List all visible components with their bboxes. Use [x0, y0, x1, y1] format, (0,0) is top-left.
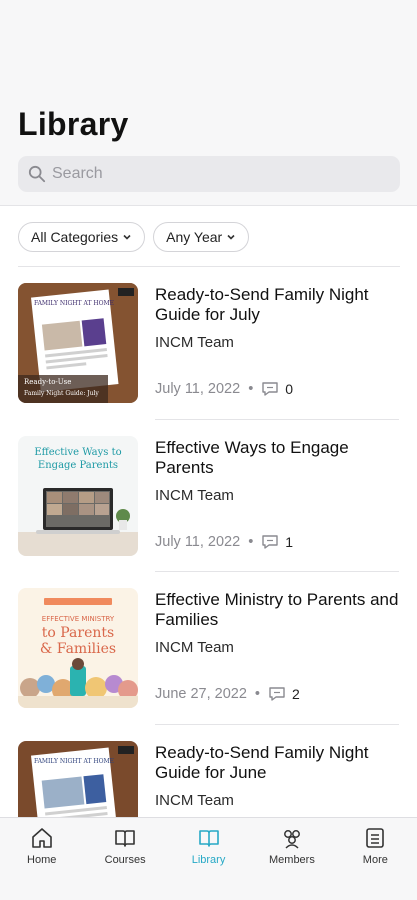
- item-meta: July 11, 2022 • 0: [155, 381, 294, 397]
- comment-count: 1: [285, 533, 294, 550]
- tab-members[interactable]: Members: [250, 818, 333, 900]
- search-icon: [28, 165, 46, 183]
- search-input[interactable]: [52, 165, 382, 183]
- comment-icon: [262, 382, 278, 396]
- item-title: Effective Ministry to Parents and Famili…: [155, 590, 399, 629]
- chevron-down-icon: [227, 234, 235, 240]
- item-author: INCM Team: [155, 639, 234, 656]
- filter-year-label: Any Year: [166, 229, 223, 245]
- comment-icon: [269, 687, 285, 701]
- filter-year[interactable]: Any Year: [153, 222, 250, 252]
- list-item[interactable]: FAMILY NIGHT AT HOME Ready-to-Send Famil…: [0, 725, 417, 817]
- filter-categories[interactable]: All Categories: [18, 222, 146, 252]
- thumb-line2: Engage Parents: [38, 460, 118, 471]
- thumb-line1: EFFECTIVE MINISTRY: [42, 615, 115, 623]
- search-bar[interactable]: [18, 156, 400, 192]
- tab-more-label: More: [362, 854, 388, 866]
- list-item[interactable]: Effective Ways to Engage Parents Effecti…: [0, 420, 417, 572]
- item-meta: June 27, 2022 • 2: [155, 686, 300, 702]
- thumb-caption: Family Night Guide: July: [24, 390, 99, 397]
- library-icon: [198, 830, 219, 847]
- thumbnail-family-night-june: FAMILY NIGHT AT HOME: [18, 740, 138, 817]
- item-date: July 11, 2022: [155, 381, 241, 397]
- thumbnail-effective-ministry: EFFECTIVE MINISTRY to Parents & Families: [18, 588, 138, 708]
- courses-icon: [115, 830, 135, 847]
- home-icon: [31, 828, 52, 848]
- thumb-heading: FAMILY NIGHT AT HOME: [34, 300, 114, 307]
- item-date: June 27, 2022: [155, 686, 247, 702]
- item-title: Ready-to-Send Family Night Guide for Jul…: [155, 285, 369, 324]
- library-list: FAMILY NIGHT AT HOME Ready-to-Use Family…: [0, 267, 417, 817]
- thumb-line2: to Parents: [42, 625, 114, 641]
- tab-members-label: Members: [269, 854, 315, 866]
- comment-icon: [262, 534, 278, 549]
- chevron-down-icon: [123, 234, 131, 240]
- item-date: July 11, 2022: [155, 533, 241, 550]
- item-title: Effective Ways to Engage Parents: [155, 437, 349, 477]
- comment-count: 2: [292, 686, 300, 702]
- thumb-line1: Effective Ways to: [34, 447, 121, 458]
- list-item[interactable]: FAMILY NIGHT AT HOME Ready-to-Use Family…: [0, 267, 417, 420]
- tab-more[interactable]: More: [334, 818, 417, 900]
- comment-count: 0: [285, 381, 294, 397]
- tab-library-label: Library: [191, 854, 226, 866]
- item-meta: July 11, 2022 • 1: [155, 533, 294, 550]
- tab-courses-label: Courses: [104, 854, 146, 866]
- list-item[interactable]: EFFECTIVE MINISTRY to Parents & Families…: [0, 572, 417, 725]
- item-author: INCM Team: [155, 791, 234, 809]
- item-author: INCM Team: [155, 334, 234, 351]
- filter-bar: All Categories Any Year: [18, 222, 250, 252]
- tab-home[interactable]: Home: [0, 818, 83, 900]
- item-author: INCM Team: [155, 486, 234, 504]
- tab-courses[interactable]: Courses: [83, 818, 166, 900]
- more-icon: [366, 828, 385, 848]
- item-title: Ready-to-Send Family Night Guide for Jun…: [155, 742, 369, 782]
- tab-home-label: Home: [27, 854, 57, 866]
- tab-library[interactable]: Library: [167, 818, 250, 900]
- page-title: Library: [18, 106, 129, 142]
- filter-categories-label: All Categories: [31, 229, 119, 245]
- thumb-heading: FAMILY NIGHT AT HOME: [34, 758, 114, 765]
- header: Library: [0, 0, 417, 206]
- thumb-badge: Ready-to-Use: [24, 378, 71, 386]
- tab-bar: Home Courses Library Members More: [0, 817, 417, 900]
- thumbnail-engage-parents: Effective Ways to Engage Parents: [18, 435, 138, 556]
- thumbnail-family-night-july: FAMILY NIGHT AT HOME Ready-to-Use Family…: [18, 283, 138, 403]
- thumb-line3: & Families: [40, 641, 116, 657]
- members-icon: [283, 830, 300, 849]
